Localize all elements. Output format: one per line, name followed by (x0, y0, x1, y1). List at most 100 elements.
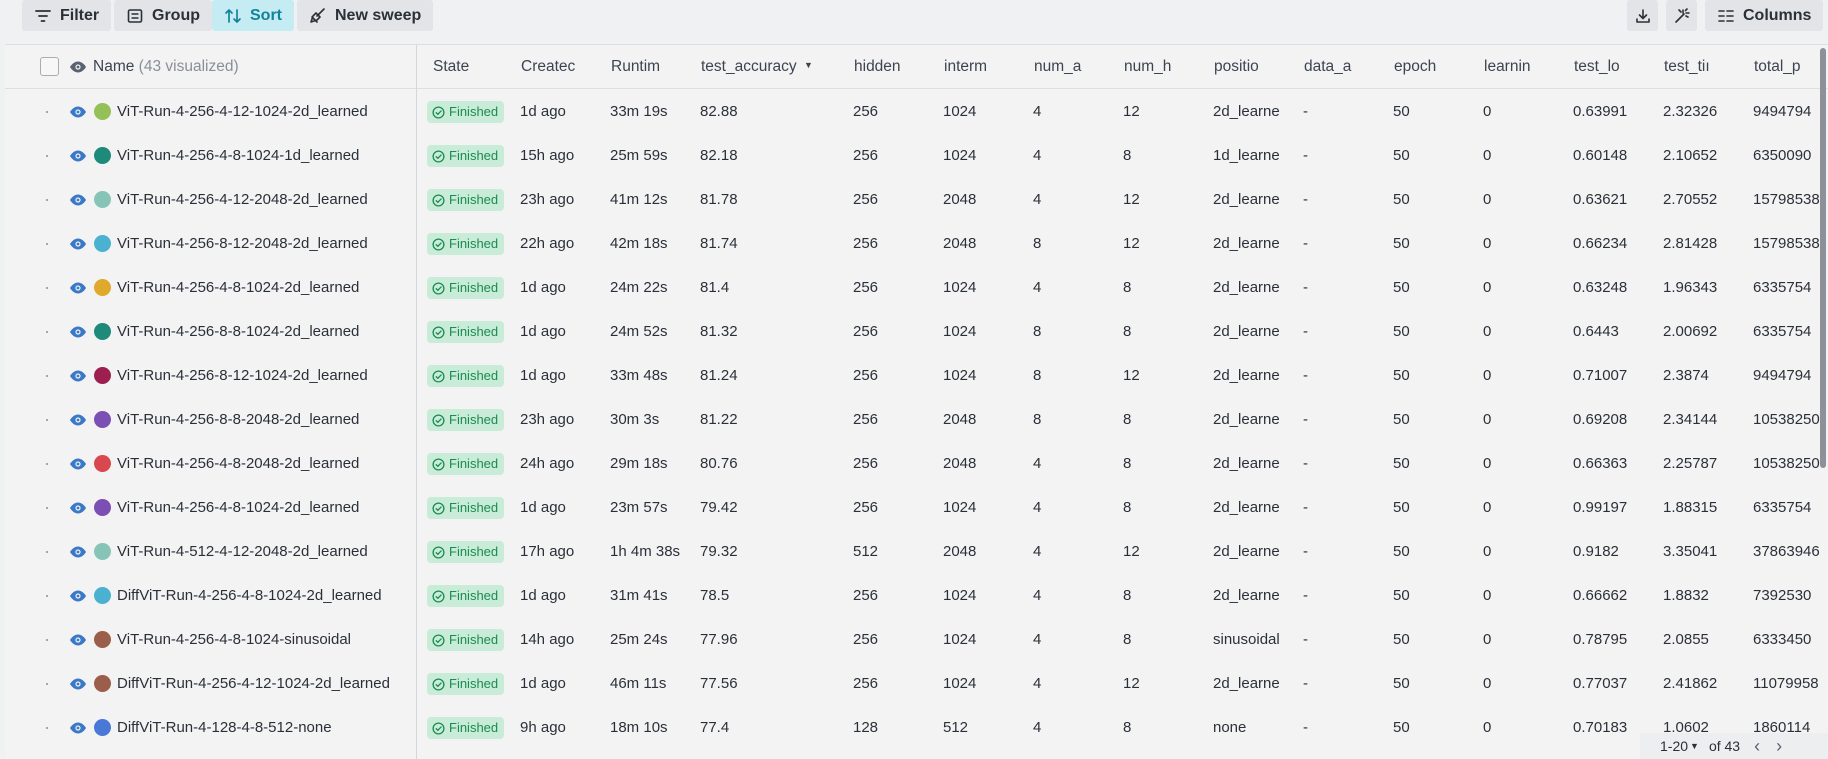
visibility-eye-icon[interactable] (69, 719, 87, 737)
visibility-eye-icon[interactable] (69, 411, 87, 429)
column-header-data-a[interactable]: data_a (1304, 45, 1386, 88)
column-header-num-a[interactable]: num_a (1034, 45, 1116, 88)
table-row[interactable]: ViT-Run-4-512-4-12-2048-2d_learned Finish… (5, 530, 1828, 574)
table-row[interactable]: ViT-Run-4-256-8-12-1024-2d_learned Finish… (5, 354, 1828, 398)
column-header-test-ti[interactable]: test_tiı (1664, 45, 1746, 88)
run-color-swatch[interactable] (94, 235, 111, 252)
visibility-eye-icon[interactable] (69, 235, 87, 253)
row-select-handle[interactable] (46, 419, 48, 421)
run-name-link[interactable]: ViT-Run-4-256-4-8-1024-1d_learned (117, 134, 359, 178)
row-select-handle[interactable] (46, 507, 48, 509)
table-row[interactable]: ViT-Run-4-256-4-8-1024-1d_learned Finishe… (5, 134, 1828, 178)
visibility-eye-icon[interactable] (69, 455, 87, 473)
row-select-handle[interactable] (46, 463, 48, 465)
run-color-swatch[interactable] (94, 147, 111, 164)
row-select-handle[interactable] (46, 287, 48, 289)
table-row[interactable]: DiffViT-Run-4-128-4-8-512-none Finished 9h… (5, 706, 1828, 750)
row-select-handle[interactable] (46, 595, 48, 597)
table-row[interactable]: ViT-Run-4-256-4-12-1024-2d_learned Finish… (5, 90, 1828, 134)
vertical-scrollbar[interactable] (1818, 44, 1828, 684)
prev-page-button[interactable]: ‹ (1754, 736, 1760, 757)
row-select-handle[interactable] (46, 683, 48, 685)
row-select-handle[interactable] (46, 639, 48, 641)
column-header-epoch[interactable]: epoch (1394, 45, 1476, 88)
filter-button[interactable]: Filter (22, 0, 112, 31)
visibility-eye-icon[interactable] (69, 543, 87, 561)
run-name-link[interactable]: ViT-Run-4-256-4-8-1024-2d_learned (117, 266, 359, 310)
table-row[interactable]: ViT-Run-4-256-4-8-1024-2d_learned Finishe… (5, 266, 1828, 310)
run-name-link[interactable]: ViT-Run-4-256-8-8-2048-2d_learned (117, 398, 359, 442)
visibility-eye-icon[interactable] (69, 103, 87, 121)
run-color-swatch[interactable] (94, 323, 111, 340)
table-row[interactable]: ViT-Run-4-256-8-8-1024-2d_learned Finishe… (5, 310, 1828, 354)
run-color-swatch[interactable] (94, 279, 111, 296)
column-header-interm[interactable]: interm (944, 45, 1026, 88)
table-row[interactable]: ViT-Run-4-256-8-8-2048-2d_learned Finishe… (5, 398, 1828, 442)
visibility-eye-icon[interactable] (69, 631, 87, 649)
select-all-checkbox[interactable] (40, 57, 59, 76)
column-header-runtime[interactable]: Runtim (611, 45, 693, 88)
column-header-learnin[interactable]: learnin (1484, 45, 1566, 88)
run-name-link[interactable]: ViT-Run-4-256-4-8-1024-2d_learned (117, 486, 359, 530)
row-select-handle[interactable] (46, 551, 48, 553)
run-name-link[interactable]: DiffViT-Run-4-128-4-8-512-none (117, 706, 332, 750)
visibility-eye-icon[interactable] (69, 499, 87, 517)
next-page-button[interactable]: › (1776, 736, 1782, 757)
column-header-num-h[interactable]: num_h (1124, 45, 1206, 88)
table-row[interactable]: ViT-Run-4-256-4-12-2048-2d_learned Finish… (5, 178, 1828, 222)
run-name-link[interactable]: DiffViT-Run-4-256-4-12-1024-2d_learned (117, 662, 390, 706)
run-color-swatch[interactable] (94, 543, 111, 560)
row-select-handle[interactable] (46, 375, 48, 377)
column-header-hidden[interactable]: hidden (854, 45, 936, 88)
row-select-handle[interactable] (46, 111, 48, 113)
run-color-swatch[interactable] (94, 367, 111, 384)
column-header-test-accuracy[interactable]: test_accuracy (701, 45, 841, 88)
run-color-swatch[interactable] (94, 499, 111, 516)
run-name-link[interactable]: ViT-Run-4-256-8-8-1024-2d_learned (117, 310, 359, 354)
run-color-swatch[interactable] (94, 631, 111, 648)
table-row[interactable]: ViT-Run-4-256-8-12-2048-2d_learned Finish… (5, 222, 1828, 266)
columns-button[interactable]: Columns (1705, 0, 1824, 31)
visibility-eye-icon[interactable] (69, 58, 87, 76)
run-name-link[interactable]: DiffViT-Run-4-256-4-8-1024-2d_learned (117, 574, 382, 618)
run-name-link[interactable]: ViT-Run-4-256-8-12-1024-2d_learned (117, 354, 368, 398)
column-header-test-lo[interactable]: test_lo (1574, 45, 1656, 88)
name-column-divider[interactable] (416, 45, 417, 759)
run-name-link[interactable]: ViT-Run-4-512-4-12-2048-2d_learned (117, 530, 368, 574)
run-color-swatch[interactable] (94, 191, 111, 208)
sort-button[interactable]: Sort (212, 0, 294, 31)
run-color-swatch[interactable] (94, 455, 111, 472)
run-color-swatch[interactable] (94, 675, 111, 692)
table-row[interactable]: DiffViT-Run-4-256-4-12-1024-2d_learned Fi… (5, 662, 1828, 706)
visibility-eye-icon[interactable] (69, 279, 87, 297)
column-header-created[interactable]: Createc (521, 45, 603, 88)
run-color-swatch[interactable] (94, 103, 111, 120)
table-row[interactable]: ViT-Run-4-256-4-8-1024-sinusoidal Finishe… (5, 618, 1828, 662)
table-row[interactable]: ViT-Run-4-256-4-8-2048-2d_learned Finishe… (5, 442, 1828, 486)
run-name-link[interactable]: ViT-Run-4-256-4-8-2048-2d_learned (117, 442, 359, 486)
run-name-link[interactable]: ViT-Run-4-256-8-12-2048-2d_learned (117, 222, 368, 266)
column-header-state[interactable]: State (433, 45, 513, 88)
row-select-handle[interactable] (46, 243, 48, 245)
row-select-handle[interactable] (46, 155, 48, 157)
row-select-handle[interactable] (46, 199, 48, 201)
group-button[interactable]: Group (114, 0, 212, 31)
visibility-eye-icon[interactable] (69, 323, 87, 341)
table-row[interactable]: DiffViT-Run-4-256-4-8-1024-2d_learned Fin… (5, 574, 1828, 618)
table-row[interactable]: ViT-Run-4-256-4-8-1024-2d_learned Finishe… (5, 486, 1828, 530)
run-color-swatch[interactable] (94, 719, 111, 736)
visibility-eye-icon[interactable] (69, 367, 87, 385)
run-name-link[interactable]: ViT-Run-4-256-4-8-1024-sinusoidal (117, 618, 351, 662)
run-name-link[interactable]: ViT-Run-4-256-4-12-2048-2d_learned (117, 178, 368, 222)
page-range-select[interactable]: 1-20 ▼ (1660, 738, 1699, 754)
visibility-eye-icon[interactable] (69, 675, 87, 693)
auto-visualize-button[interactable] (1666, 0, 1697, 31)
column-header-positio[interactable]: positio (1214, 45, 1298, 88)
row-select-handle[interactable] (46, 727, 48, 729)
visibility-eye-icon[interactable] (69, 587, 87, 605)
download-button[interactable] (1627, 0, 1658, 31)
row-select-handle[interactable] (46, 331, 48, 333)
column-header-total-p[interactable]: total_p (1754, 45, 1828, 88)
run-name-link[interactable]: ViT-Run-4-256-4-12-1024-2d_learned (117, 90, 368, 134)
visibility-eye-icon[interactable] (69, 147, 87, 165)
